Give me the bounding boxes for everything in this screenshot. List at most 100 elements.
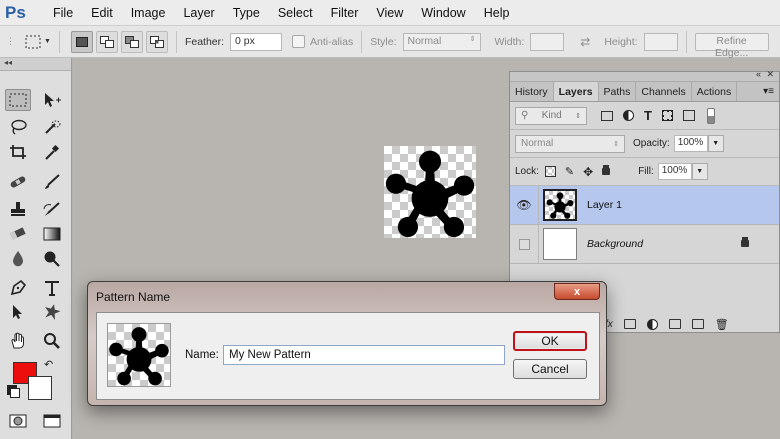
crop-tool[interactable] bbox=[5, 141, 31, 163]
new-selection-button[interactable] bbox=[70, 30, 93, 53]
marquee-icon bbox=[25, 35, 41, 48]
panel-menu-icon[interactable]: ▾≡ bbox=[763, 82, 774, 101]
trash-icon[interactable]: 🗑 bbox=[715, 318, 729, 331]
hand-tool[interactable] bbox=[5, 330, 31, 352]
pattern-name-input[interactable]: My New Pattern bbox=[223, 345, 505, 365]
lock-icon bbox=[741, 240, 749, 247]
layer-row-layer-1[interactable]: 👁 Layer 1 bbox=[510, 186, 779, 225]
tab-actions[interactable]: Actions bbox=[692, 82, 738, 101]
add-to-selection-button[interactable] bbox=[95, 30, 118, 53]
panel-footer: fx 🗑 bbox=[599, 315, 780, 333]
kind-filter-select[interactable]: ⚲ Kind ⇕ bbox=[515, 106, 587, 125]
lock-all-icon[interactable] bbox=[602, 168, 611, 175]
search-icon: ⚲ bbox=[521, 110, 529, 121]
dialog-close-button[interactable]: x bbox=[554, 283, 600, 300]
style-select[interactable]: Normal ⇕ bbox=[402, 32, 481, 51]
menu-type[interactable]: Type bbox=[233, 6, 260, 20]
type-tool[interactable] bbox=[39, 277, 65, 299]
swap-colors-icon[interactable]: ↶ bbox=[44, 358, 53, 371]
layer-row-background[interactable]: Background bbox=[510, 225, 779, 264]
cancel-button[interactable]: Cancel bbox=[513, 359, 587, 379]
layer-thumbnail bbox=[543, 228, 577, 260]
menu-image[interactable]: Image bbox=[131, 6, 166, 20]
zoom-tool[interactable] bbox=[39, 330, 65, 352]
quick-selection-tool[interactable] bbox=[39, 116, 65, 138]
ok-button[interactable]: OK bbox=[513, 331, 587, 351]
background-color-swatch[interactable] bbox=[28, 376, 52, 400]
filter-pixel-icon[interactable] bbox=[601, 110, 613, 121]
menu-filter[interactable]: Filter bbox=[331, 6, 359, 20]
tools-panel-header[interactable]: ◂◂ bbox=[0, 58, 71, 71]
quick-mask-button[interactable] bbox=[5, 410, 31, 432]
antialias-label: Anti-alias bbox=[310, 35, 354, 48]
menu-help[interactable]: Help bbox=[484, 6, 510, 20]
lock-image-icon[interactable]: ✎ bbox=[565, 165, 574, 178]
tab-channels[interactable]: Channels bbox=[636, 82, 692, 101]
swap-icon[interactable]: ⇄ bbox=[580, 35, 590, 49]
tab-paths[interactable]: Paths bbox=[599, 82, 637, 101]
history-brush-tool[interactable] bbox=[39, 198, 65, 220]
collapse-icon[interactable]: « bbox=[756, 69, 761, 79]
menu-layer[interactable]: Layer bbox=[183, 6, 214, 20]
visibility-toggle[interactable]: 👁 bbox=[510, 186, 539, 224]
menu-select[interactable]: Select bbox=[278, 6, 313, 20]
intersect-selection-button[interactable] bbox=[145, 30, 168, 53]
filter-adjustment-icon[interactable] bbox=[623, 110, 634, 121]
width-input[interactable] bbox=[530, 32, 565, 51]
height-input[interactable] bbox=[643, 32, 678, 51]
menu-file[interactable]: File bbox=[53, 6, 73, 20]
opacity-input[interactable]: 100% bbox=[673, 135, 708, 152]
blend-mode-select[interactable]: Normal ⇕ bbox=[515, 134, 625, 153]
add-mask-icon[interactable] bbox=[623, 319, 636, 329]
menu-edit[interactable]: Edit bbox=[91, 6, 113, 20]
gradient-tool[interactable] bbox=[39, 223, 65, 245]
filter-type-icon[interactable]: T bbox=[644, 108, 652, 123]
fill-label: Fill: bbox=[638, 166, 654, 177]
filter-shape-icon[interactable] bbox=[661, 110, 673, 121]
lock-position-icon[interactable]: ✥ bbox=[583, 165, 593, 179]
spot-healing-tool[interactable] bbox=[5, 171, 31, 193]
feather-input[interactable]: 0 px bbox=[230, 32, 283, 51]
pen-tool[interactable] bbox=[5, 277, 31, 299]
document-canvas[interactable] bbox=[384, 146, 476, 238]
custom-shape-tool[interactable] bbox=[39, 301, 65, 323]
tab-layers[interactable]: Layers bbox=[553, 82, 599, 101]
tab-history[interactable]: History bbox=[510, 82, 554, 101]
blur-tool[interactable] bbox=[5, 248, 31, 270]
lasso-tool[interactable] bbox=[5, 116, 31, 138]
menu-window[interactable]: Window bbox=[421, 6, 465, 20]
height-label: Height: bbox=[604, 35, 638, 48]
filter-toggle[interactable] bbox=[706, 107, 715, 124]
adjustment-layer-icon[interactable] bbox=[646, 318, 658, 330]
visibility-toggle[interactable] bbox=[510, 225, 539, 263]
eyedropper-tool[interactable] bbox=[39, 141, 65, 163]
fill-input[interactable]: 100% bbox=[657, 163, 692, 180]
filter-smart-object-icon[interactable] bbox=[682, 110, 695, 121]
screen-mode-button[interactable] bbox=[39, 410, 65, 432]
layer-thumbnail bbox=[543, 189, 577, 221]
history-brush-icon bbox=[43, 202, 60, 216]
refine-edge-button[interactable]: Refine Edge... bbox=[694, 32, 769, 59]
opacity-dropdown-button[interactable]: ▼ bbox=[707, 135, 724, 152]
lock-transparent-icon[interactable] bbox=[544, 166, 556, 177]
antialias-checkbox[interactable] bbox=[292, 35, 306, 48]
tool-preset-picker[interactable]: ▼ bbox=[25, 35, 51, 49]
default-colors-icon[interactable] bbox=[10, 388, 20, 398]
lasso-icon bbox=[11, 119, 27, 135]
clone-stamp-tool[interactable] bbox=[5, 198, 31, 220]
brush-tool[interactable] bbox=[39, 171, 65, 193]
pen-icon bbox=[10, 279, 27, 296]
new-layer-icon[interactable] bbox=[691, 319, 704, 329]
path-selection-tool[interactable] bbox=[5, 301, 31, 323]
panel-header[interactable]: « ✕ bbox=[510, 69, 779, 82]
subtract-from-selection-button[interactable] bbox=[120, 30, 143, 53]
move-tool[interactable] bbox=[39, 89, 65, 111]
dodge-tool[interactable] bbox=[39, 248, 65, 270]
name-label: Name: bbox=[185, 349, 219, 361]
fill-dropdown-button[interactable]: ▼ bbox=[691, 163, 708, 180]
eraser-tool[interactable] bbox=[5, 223, 31, 245]
group-icon[interactable] bbox=[668, 319, 681, 329]
menu-view[interactable]: View bbox=[376, 6, 403, 20]
rectangular-marquee-tool[interactable] bbox=[5, 89, 31, 111]
close-panel-icon[interactable]: ✕ bbox=[766, 69, 774, 80]
